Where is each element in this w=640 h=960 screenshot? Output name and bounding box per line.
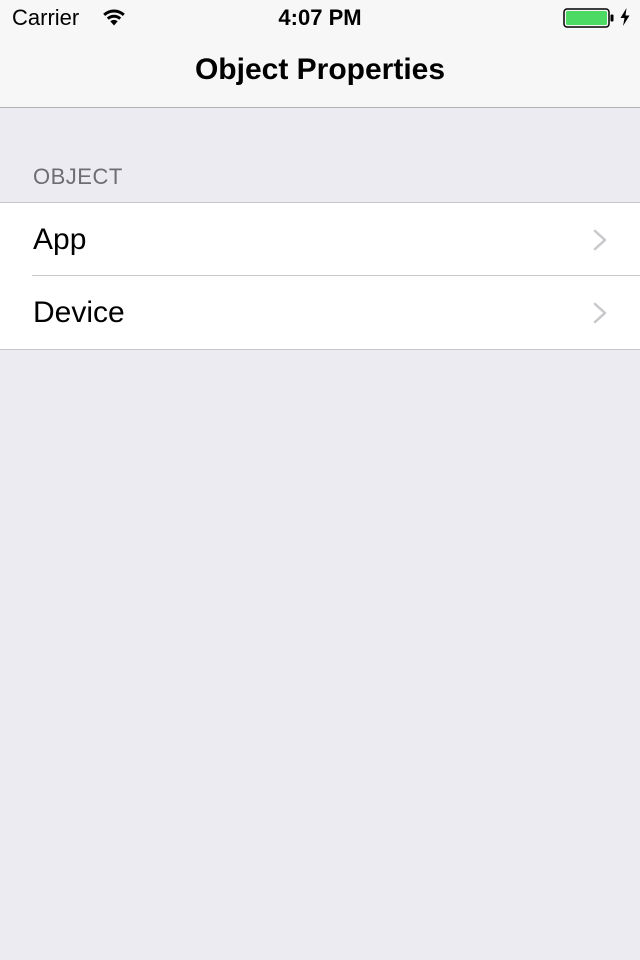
screen: Carrier 4:07 PM Object Properties OBJECT… (0, 0, 640, 960)
row-label-device: Device (33, 296, 125, 329)
table-group: App Device (0, 202, 640, 350)
section-header: OBJECT (33, 164, 123, 189)
chevron-right-icon (593, 229, 607, 251)
table-row-app[interactable]: App (0, 203, 640, 276)
chevron-right-icon (593, 302, 607, 324)
table-row-device[interactable]: Device (0, 275, 640, 349)
page-title: Object Properties (194, 53, 446, 86)
battery-icon (563, 8, 614, 28)
charging-icon (620, 8, 630, 26)
navigation-bar: Carrier 4:07 PM Object Properties (0, 0, 640, 108)
row-label-app: App (33, 223, 87, 256)
status-bar: Carrier 4:07 PM (0, 0, 640, 36)
status-time: 4:07 PM (278, 5, 362, 30)
